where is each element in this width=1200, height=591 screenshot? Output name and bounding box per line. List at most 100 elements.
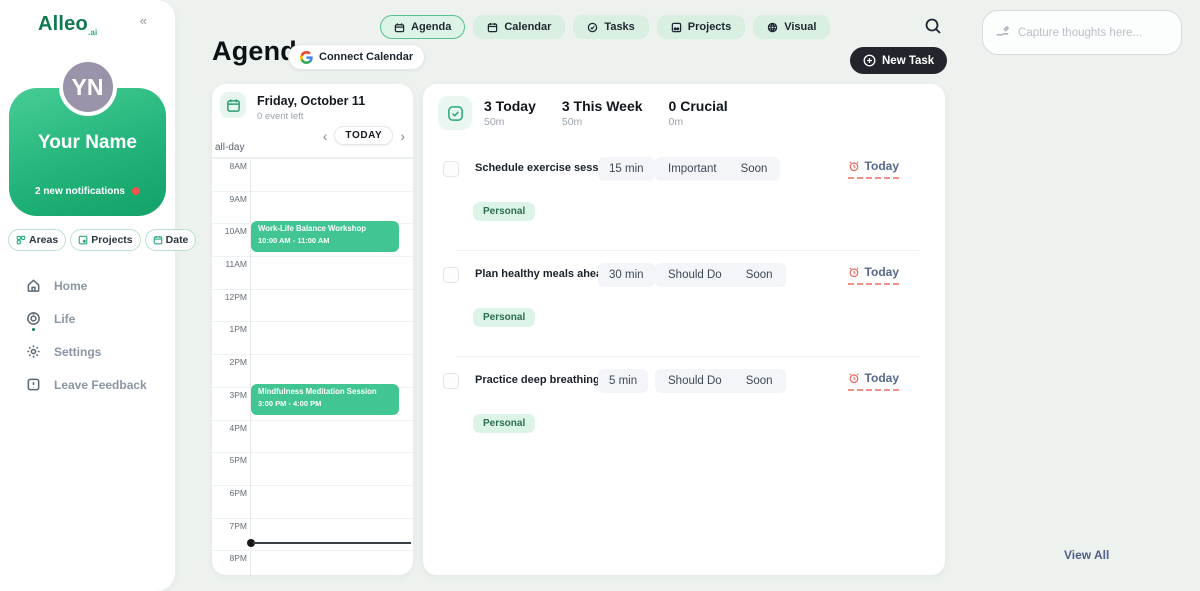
notifications-label[interactable]: 2 new notifications xyxy=(9,186,166,197)
task-title[interactable]: Practice deep breathing xyxy=(475,374,600,386)
task-title[interactable]: Schedule exercise session xyxy=(475,162,615,174)
search-button[interactable] xyxy=(924,17,944,37)
notification-dot-icon xyxy=(132,187,140,195)
profile-name: Your Name xyxy=(9,132,166,154)
task-checkbox[interactable] xyxy=(443,373,459,389)
sidebar-item-life[interactable]: Life xyxy=(0,302,175,335)
task-tag[interactable]: Personal xyxy=(473,202,535,221)
profile-card[interactable]: YN Your Name 2 new notifications xyxy=(9,88,166,216)
visual-tab-icon xyxy=(767,22,778,33)
agenda-calendar-card: Friday, October 11 0 event left ‹ TODAY … xyxy=(212,84,413,575)
task-priority-pill[interactable]: Important Soon xyxy=(655,157,780,181)
tab-projects[interactable]: Projects xyxy=(657,15,745,39)
stat-this-week: 3 This Week 50m xyxy=(562,98,643,128)
hour-row[interactable]: 11AM xyxy=(212,256,413,289)
sidebar-collapse-icon[interactable]: « xyxy=(140,13,147,28)
agenda-tab-icon xyxy=(394,22,405,33)
sidebar-item-home[interactable]: Home xyxy=(0,269,175,302)
capture-thoughts-input[interactable] xyxy=(1018,27,1169,39)
tab-calendar[interactable]: Calendar xyxy=(473,15,565,39)
task-priority-pill[interactable]: Should Do Soon xyxy=(655,263,786,287)
tab-tasks[interactable]: Tasks xyxy=(573,15,648,39)
calendar-tab-icon xyxy=(487,22,498,33)
sidebar-item-settings[interactable]: Settings xyxy=(0,335,175,368)
scribble-pen-icon xyxy=(995,25,1010,40)
tab-visual[interactable]: Visual xyxy=(753,15,830,39)
current-time-line xyxy=(253,542,411,544)
sidebar-menu: Home Life Settings Leave Feedback xyxy=(0,269,175,401)
stat-today: 3 Today 50m xyxy=(484,98,536,128)
new-task-button[interactable]: New Task xyxy=(850,47,947,74)
capture-thoughts-box xyxy=(982,10,1182,55)
hour-row[interactable]: 5PM xyxy=(212,452,413,485)
calendar-header-icon-box xyxy=(220,92,246,118)
sidebar-filters: Areas Projects Date xyxy=(8,229,167,251)
projects-icon xyxy=(78,235,88,245)
task-due-badge[interactable]: Today xyxy=(848,159,899,179)
gear-icon xyxy=(26,344,41,359)
all-day-label: all-day xyxy=(215,142,244,153)
task-list: Schedule exercise session 15 min Importa… xyxy=(443,160,925,478)
app-logo: Alleo.ai xyxy=(38,13,97,37)
search-icon xyxy=(924,17,942,35)
task-due-badge[interactable]: Today xyxy=(848,265,899,285)
task-duration-pill[interactable]: 30 min xyxy=(598,263,655,287)
stat-crucial: 0 Crucial 0m xyxy=(669,98,728,128)
hour-row[interactable]: 12PM xyxy=(212,289,413,322)
date-button[interactable]: Date xyxy=(145,229,197,251)
task-tag[interactable]: Personal xyxy=(473,414,535,433)
calendar-header: Friday, October 11 0 event left xyxy=(218,92,405,126)
alarm-clock-icon xyxy=(848,266,860,278)
projects-tab-icon xyxy=(671,22,682,33)
task-divider xyxy=(455,250,919,251)
hour-row[interactable]: 4PM xyxy=(212,420,413,453)
life-target-icon xyxy=(26,311,41,326)
logo-suffix: .ai xyxy=(88,28,98,37)
calendar-nav: ‹ TODAY › xyxy=(321,126,407,145)
tasks-header-icon-box xyxy=(438,96,472,130)
hour-row[interactable]: 6PM xyxy=(212,485,413,518)
tasks-card: 3 Today 50m 3 This Week 50m 0 Crucial 0m… xyxy=(423,84,945,575)
task-checkbox[interactable] xyxy=(443,267,459,283)
day-time-grid: all-day 8AM 9AM 10AM 11AM 12PM 1PM 2PM 3… xyxy=(212,140,413,575)
sidebar: Alleo.ai « YN Your Name 2 new notificati… xyxy=(0,0,175,591)
tab-agenda[interactable]: Agenda xyxy=(380,15,465,39)
hour-row[interactable]: 1PM xyxy=(212,321,413,354)
hour-row[interactable]: 8PM xyxy=(212,550,413,575)
calendar-event[interactable]: Work-Life Balance Workshop 10:00 AM - 11… xyxy=(251,221,399,252)
alarm-clock-icon xyxy=(848,372,860,384)
logo-row: Alleo.ai « xyxy=(0,0,175,42)
task-title[interactable]: Plan healthy meals ahead xyxy=(475,268,609,280)
alarm-clock-icon xyxy=(848,160,860,172)
task-tag[interactable]: Personal xyxy=(473,308,535,327)
task-duration-pill[interactable]: 15 min xyxy=(598,157,655,181)
projects-button[interactable]: Projects xyxy=(70,229,140,251)
hour-row[interactable]: 2PM xyxy=(212,354,413,387)
next-day-button[interactable]: › xyxy=(398,129,407,143)
plus-circle-icon xyxy=(863,54,876,67)
prev-day-button[interactable]: ‹ xyxy=(321,129,330,143)
task-checkbox[interactable] xyxy=(443,161,459,177)
task-row: Practice deep breathing 5 min Should Do … xyxy=(443,372,925,478)
main-tabs: Agenda Calendar Tasks Projects Visual xyxy=(380,15,830,39)
current-time-indicator[interactable] xyxy=(247,539,411,547)
avatar[interactable]: YN xyxy=(59,58,117,116)
events-left-label: 0 event left xyxy=(257,111,303,122)
task-row: Schedule exercise session 15 min Importa… xyxy=(443,160,925,266)
sidebar-item-leave-feedback[interactable]: Leave Feedback xyxy=(0,368,175,401)
task-due-badge[interactable]: Today xyxy=(848,371,899,391)
task-divider xyxy=(455,356,919,357)
areas-button[interactable]: Areas xyxy=(8,229,66,251)
connect-calendar-button[interactable]: Connect Calendar xyxy=(288,44,425,70)
calendar-event[interactable]: Mindfulness Meditation Session 3:00 PM -… xyxy=(251,384,399,415)
hour-row[interactable]: 8AM xyxy=(212,158,413,191)
view-all-link[interactable]: View All xyxy=(1064,548,1109,562)
calendar-icon xyxy=(153,235,163,245)
task-priority-pill[interactable]: Should Do Soon xyxy=(655,369,786,393)
hour-row[interactable]: 9AM xyxy=(212,191,413,224)
calendar-date-title: Friday, October 11 xyxy=(257,94,365,108)
google-icon xyxy=(300,51,313,64)
today-button[interactable]: TODAY xyxy=(334,126,393,145)
task-duration-pill[interactable]: 5 min xyxy=(598,369,648,393)
home-icon xyxy=(26,278,41,293)
